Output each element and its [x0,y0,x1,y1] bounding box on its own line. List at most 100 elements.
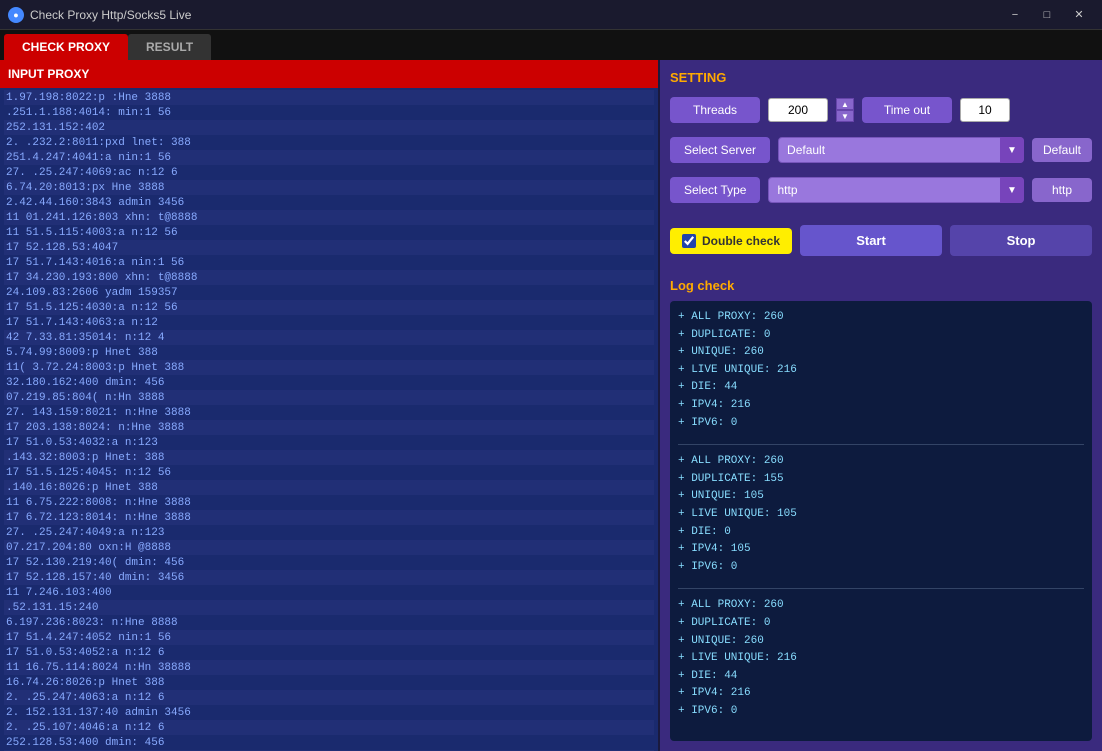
timeout-label[interactable]: Time out [862,97,952,123]
right-panel: SETTING Threads ▲ ▼ Time out Select Serv… [660,60,1102,751]
proxy-list[interactable]: 1.97.198:8022:p :Hne 3888.251.1.188:4014… [0,88,658,751]
select-server-container: Default Server 1 Server 2 ▼ [778,137,1024,163]
select-server-label[interactable]: Select Server [670,137,770,163]
start-button[interactable]: Start [800,225,942,256]
proxy-row: 27. .25.247:4069:ac n:12 6 [4,165,654,180]
select-server-row: Select Server Default Server 1 Server 2 … [670,137,1092,163]
app-icon: ● [8,7,24,23]
proxy-row: 17 51.4.247:4052 nin:1 56 [4,630,654,645]
log-line: + LIVE UNIQUE: 105 [678,506,1084,524]
threads-input[interactable] [768,98,828,122]
log-section: + ALL PROXY: 260+ DUPLICATE: 155+ UNIQUE… [678,453,1084,576]
log-line: + IPV4: 216 [678,397,1084,415]
select-type-label[interactable]: Select Type [670,177,760,203]
proxy-row: 11 51.5.115:4003:a n:12 56 [4,225,654,240]
setting-header: SETTING [670,70,1092,85]
proxy-row: 17 51.7.143:4016:a nin:1 56 [4,255,654,270]
proxy-row: 24.109.83:2606 yadm 159357 [4,285,654,300]
left-panel: INPUT PROXY 1.97.198:8022:p :Hne 3888.25… [0,60,660,751]
main-content: INPUT PROXY 1.97.198:8022:p :Hne 3888.25… [0,60,1102,751]
threads-down[interactable]: ▼ [836,110,854,122]
log-line: + IPV4: 216 [678,685,1084,703]
proxy-row: 11 01.241.126:803 xhn: t@8888 [4,210,654,225]
proxy-row: 6.74.20:8013:px Hne 3888 [4,180,654,195]
log-area[interactable]: + ALL PROXY: 260+ DUPLICATE: 0+ UNIQUE: … [670,301,1092,741]
tab-bar: CHECK PROXY RESULT [0,30,1102,60]
log-line: + IPV4: 105 [678,541,1084,559]
double-check-label[interactable]: Double check [670,228,792,254]
proxy-row: 17 203.138:8024: n:Hne 3888 [4,420,654,435]
double-check-checkbox[interactable] [682,234,696,248]
threads-up[interactable]: ▲ [836,98,854,110]
proxy-row: 2.42.44.160:3843 admin 3456 [4,195,654,210]
log-divider [678,444,1084,445]
proxy-row: 11 16.75.114:8024 n:Hn 38888 [4,660,654,675]
log-line: + DIE: 44 [678,668,1084,686]
proxy-row: 17 51.5.125:4030:a n:12 56 [4,300,654,315]
action-row: Double check Start Stop [670,225,1092,256]
proxy-row: 27. .25.247:4049:a n:123 [4,525,654,540]
proxy-row: 32.180.162:400 dmin: 456 [4,375,654,390]
select-server-dropdown[interactable]: Default Server 1 Server 2 [778,137,1024,163]
proxy-row: 5.74.99:8009:p Hnet 388 [4,345,654,360]
log-line: + LIVE UNIQUE: 216 [678,362,1084,380]
threads-spinner: ▲ ▼ [836,98,854,122]
log-line: + ALL PROXY: 260 [678,309,1084,327]
input-proxy-header: INPUT PROXY [0,60,658,88]
log-line: + UNIQUE: 105 [678,488,1084,506]
log-line: + DUPLICATE: 0 [678,615,1084,633]
proxy-row: 2. .232.2:8011:pxd lnet: 388 [4,135,654,150]
proxy-row: 1.97.198:8022:p :Hne 3888 [4,90,654,105]
proxy-row: 252.131.152:402 [4,120,654,135]
maximize-button[interactable]: □ [1032,5,1062,25]
proxy-row: .52.131.15:240 [4,600,654,615]
proxy-row: 6.197.236:8023: n:Hne 8888 [4,615,654,630]
log-line: + ALL PROXY: 260 [678,597,1084,615]
timeout-input[interactable] [960,98,1010,122]
threads-timeout-row: Threads ▲ ▼ Time out [670,97,1092,123]
title-bar: ● Check Proxy Http/Socks5 Live − □ ✕ [0,0,1102,30]
proxy-row: 17 52.128.157:40 dmin: 3456 [4,570,654,585]
minimize-button[interactable]: − [1000,5,1030,25]
proxy-row: 252.128.53:400 dmin: 456 [4,735,654,750]
log-line: + UNIQUE: 260 [678,344,1084,362]
type-badge: http [1032,178,1092,202]
proxy-row: 17 52.128.53:4047 [4,240,654,255]
proxy-row: 17 51.7.143:4063:a n:12 [4,315,654,330]
log-line: + DUPLICATE: 155 [678,471,1084,489]
log-line: + IPV6: 0 [678,559,1084,577]
proxy-row: 2. 152.131.137:40 admin 3456 [4,705,654,720]
tab-check-proxy[interactable]: CHECK PROXY [4,34,128,60]
log-line: + IPV6: 0 [678,415,1084,433]
proxy-row: .143.32:8003:p Hnet: 388 [4,450,654,465]
log-line: + DIE: 44 [678,379,1084,397]
log-line: + LIVE UNIQUE: 216 [678,650,1084,668]
log-line: + DIE: 0 [678,524,1084,542]
select-type-container: http socks4 socks5 ▼ [768,177,1024,203]
proxy-row: 17 51.0.53:4052:a n:12 6 [4,645,654,660]
tab-result[interactable]: RESULT [128,34,211,60]
proxy-row: 11 6.75.222:8008: n:Hne 3888 [4,495,654,510]
window-controls: − □ ✕ [1000,5,1094,25]
proxy-row: 07.217.204:80 oxn:H @8888 [4,540,654,555]
log-line: + DUPLICATE: 0 [678,327,1084,345]
close-button[interactable]: ✕ [1064,5,1094,25]
proxy-row: .251.1.188:4014: min:1 56 [4,105,654,120]
threads-label[interactable]: Threads [670,97,760,123]
select-type-dropdown[interactable]: http socks4 socks5 [768,177,1024,203]
log-line: + ALL PROXY: 260 [678,453,1084,471]
log-header: Log check [670,278,1092,293]
title-bar-left: ● Check Proxy Http/Socks5 Live [8,7,191,23]
log-line: + IPV6: 0 [678,703,1084,721]
proxy-row: 42 7.33.81:35014: n:12 4 [4,330,654,345]
proxy-row: 17 51.0.53:4032:a n:123 [4,435,654,450]
proxy-row: 17 6.72.123:8014: n:Hne 3888 [4,510,654,525]
server-badge: Default [1032,138,1092,162]
stop-button[interactable]: Stop [950,225,1092,256]
proxy-row: 27. 143.159:8021: n:Hne 3888 [4,405,654,420]
proxy-row: 16.74.26:8026:p Hnet 388 [4,675,654,690]
log-divider [678,588,1084,589]
proxy-row: 07.219.85:804( n:Hn 3888 [4,390,654,405]
proxy-row: 17 52.130.219:40( dmin: 456 [4,555,654,570]
proxy-row: 11 7.246.103:400 [4,585,654,600]
